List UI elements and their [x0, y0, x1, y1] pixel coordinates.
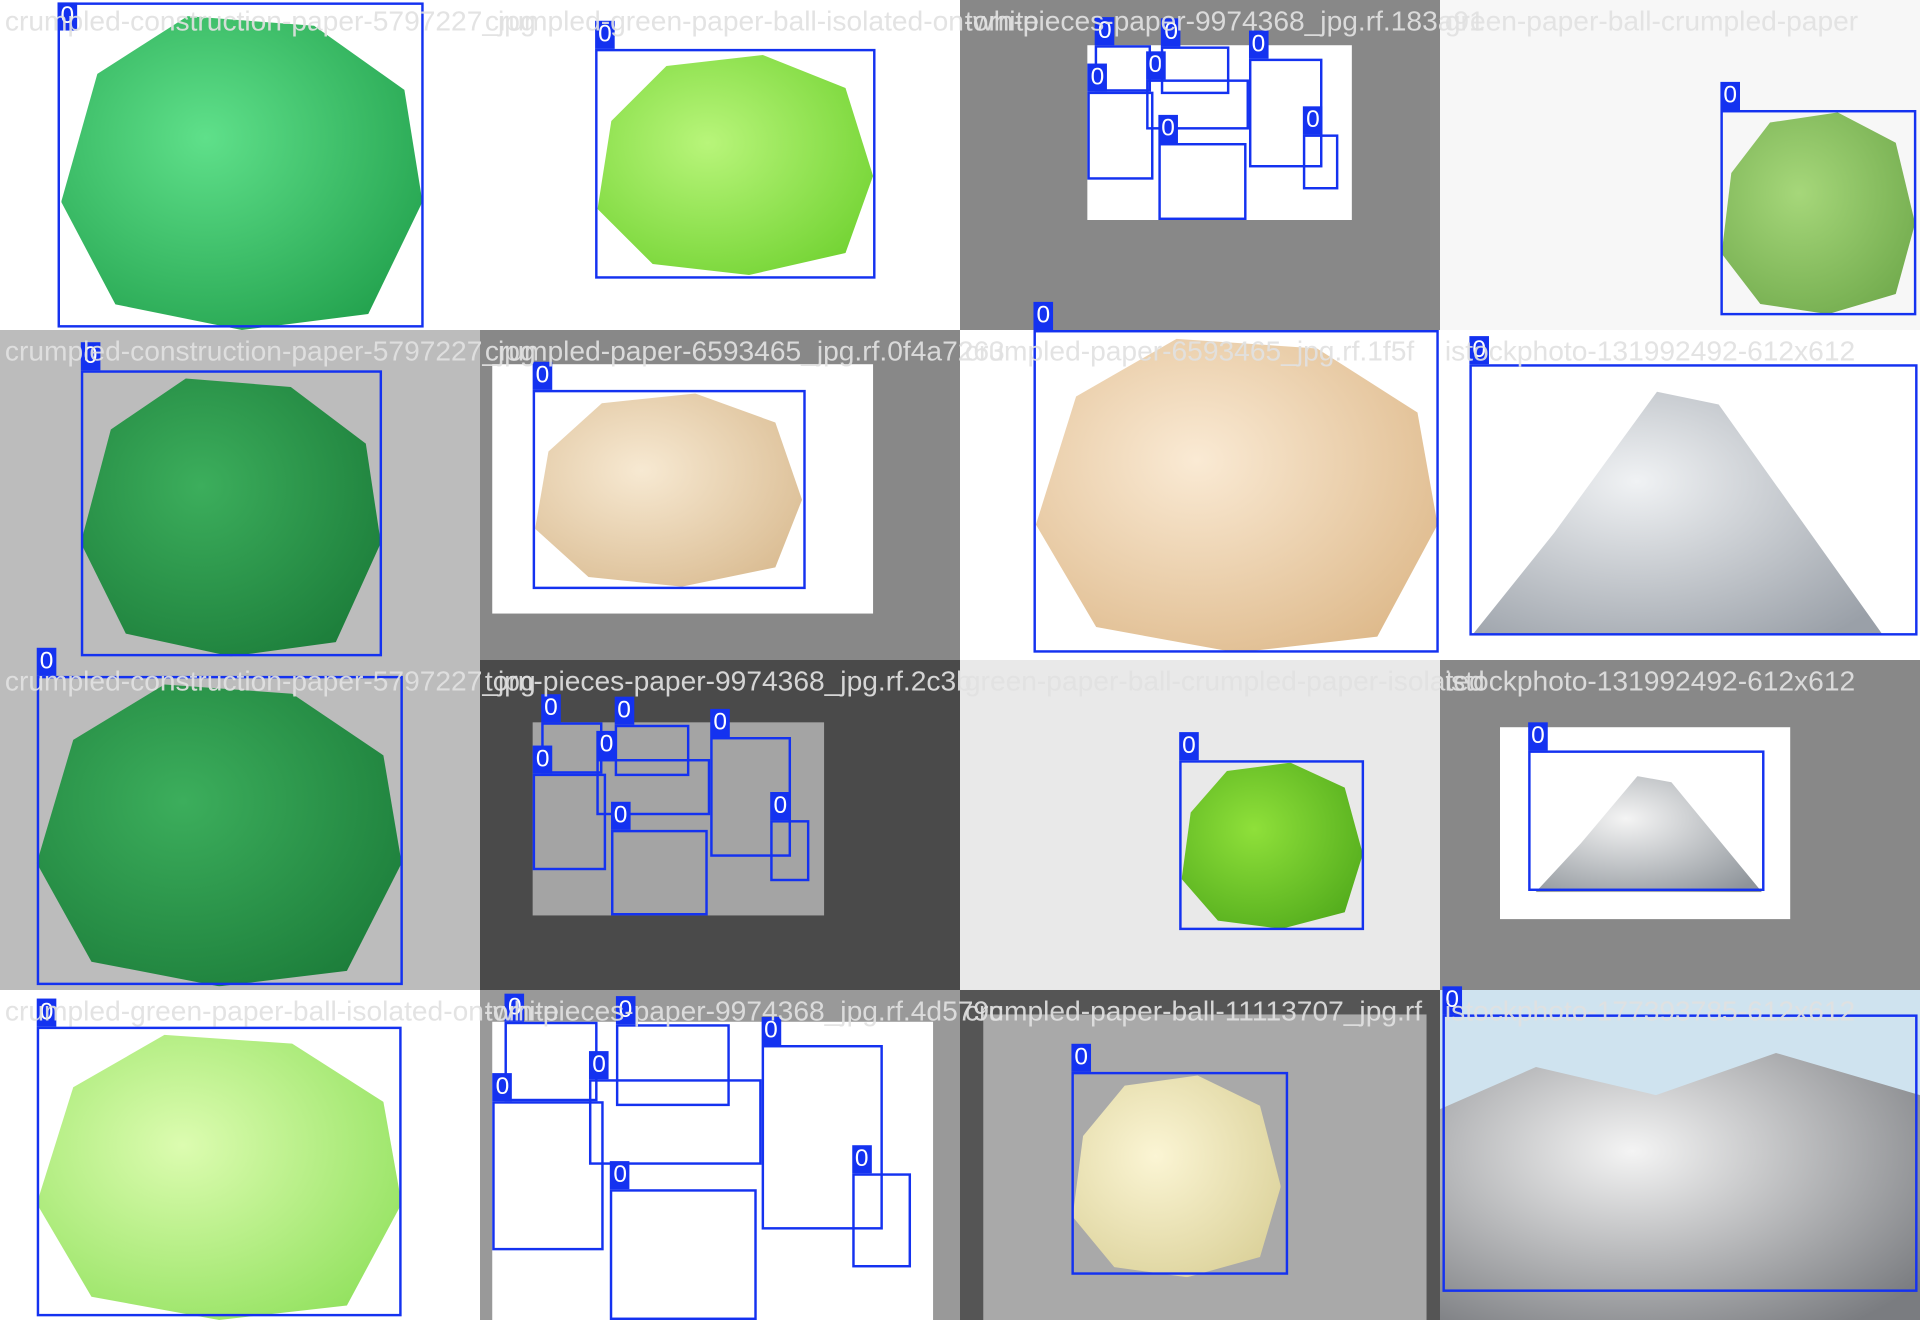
class-label-tag: 0: [1071, 1043, 1092, 1072]
class-label-tag: 0: [770, 792, 791, 821]
class-label-tag: 0: [851, 1144, 872, 1173]
bounding-box: [36, 1026, 402, 1317]
class-label-tag: 0: [589, 1051, 609, 1080]
bounding-box: [614, 724, 690, 777]
bounding-box: [610, 1188, 757, 1320]
bounding-box: [1087, 91, 1154, 180]
class-label-tag: 0: [1087, 63, 1108, 92]
bounding-box: [492, 1101, 604, 1251]
bounding-box: [1071, 1071, 1289, 1275]
image-filename-label: green-paper-ball-crumpled-paper: [1444, 4, 1859, 37]
image-filename-label: istockphoto-177393785-612x612: [1444, 994, 1856, 1027]
class-label-tag: 0: [610, 1160, 630, 1189]
class-label-tag: 0: [614, 696, 634, 725]
image-filename-label: istockphoto-131992492-612x612: [1444, 334, 1856, 367]
class-label-tag: 0: [1179, 732, 1199, 761]
bounding-box: [851, 1172, 912, 1268]
bounding-box: [1303, 133, 1339, 190]
image-filename-label: torn-pieces-paper-9974368_jpg.rf.2c3b: [484, 664, 972, 697]
bounding-box: [36, 675, 403, 986]
image-filename-label: torn-pieces-paper-9974368_jpg.rf.183a91: [964, 4, 1485, 37]
bounding-box: [1033, 329, 1439, 653]
image-filename-label: crumpled-construction-paper-5797227_jpg: [4, 664, 536, 697]
image-filename-label: torn-pieces-paper-9974368_jpg.rf.4d579c: [484, 994, 1004, 1027]
bounding-box: [770, 820, 810, 882]
bounding-box: [1528, 750, 1765, 891]
bounding-box: [1469, 364, 1918, 636]
image-filename-label: green-paper-ball-crumpled-paper-isolated: [964, 664, 1485, 697]
bounding-box: [532, 389, 806, 590]
bounding-box: [505, 1021, 599, 1102]
bounding-box: [1720, 109, 1917, 316]
image-filename-label: istockphoto-131992492-612x612: [1444, 664, 1856, 697]
bounding-box: [1158, 143, 1247, 220]
image-filename-label: crumpled-construction-paper-5797227_jpg: [4, 4, 536, 37]
class-label-tag: 0: [1303, 105, 1323, 134]
bounding-box: [610, 830, 708, 916]
bounding-box: [615, 1024, 730, 1106]
class-label-tag: 0: [1158, 114, 1178, 144]
class-label-tag: 0: [1528, 722, 1548, 751]
class-label-tag: 0: [1033, 301, 1054, 330]
image-filename-label: crumpled-green-paper-ball-isolated-on-wh…: [484, 4, 1040, 37]
class-label-tag: 0: [492, 1072, 513, 1102]
training-batch-mosaic: 0000000000000000000000000000000000 crump…: [0, 0, 1920, 1320]
class-label-tag: 0: [1720, 81, 1741, 110]
image-filename-label: crumpled-paper-ball-11113707_jpg.rf: [964, 994, 1423, 1027]
image-filename-label: crumpled-paper-6593465_jpg.rf.0f4a7263: [484, 334, 1005, 367]
bounding-box: [532, 773, 607, 871]
bounding-box: [1161, 46, 1230, 95]
class-label-tag: 0: [541, 694, 561, 723]
bounding-box: [595, 48, 876, 279]
class-label-tag: 0: [610, 802, 631, 831]
bounding-box: [57, 2, 424, 328]
bounding-box: [1179, 760, 1365, 931]
bounding-box: [80, 370, 383, 657]
image-filename-label: crumpled-paper-6593465_jpg.rf.1f5f: [964, 334, 1415, 367]
class-label-tag: 0: [532, 745, 553, 774]
class-label-tag: 0: [710, 708, 731, 737]
image-filename-label: crumpled-green-paper-ball-isolated-on-wh…: [4, 994, 560, 1027]
image-filename-label: crumpled-construction-paper-5797227_jpg: [4, 334, 536, 367]
bounding-box: [1442, 1014, 1918, 1292]
